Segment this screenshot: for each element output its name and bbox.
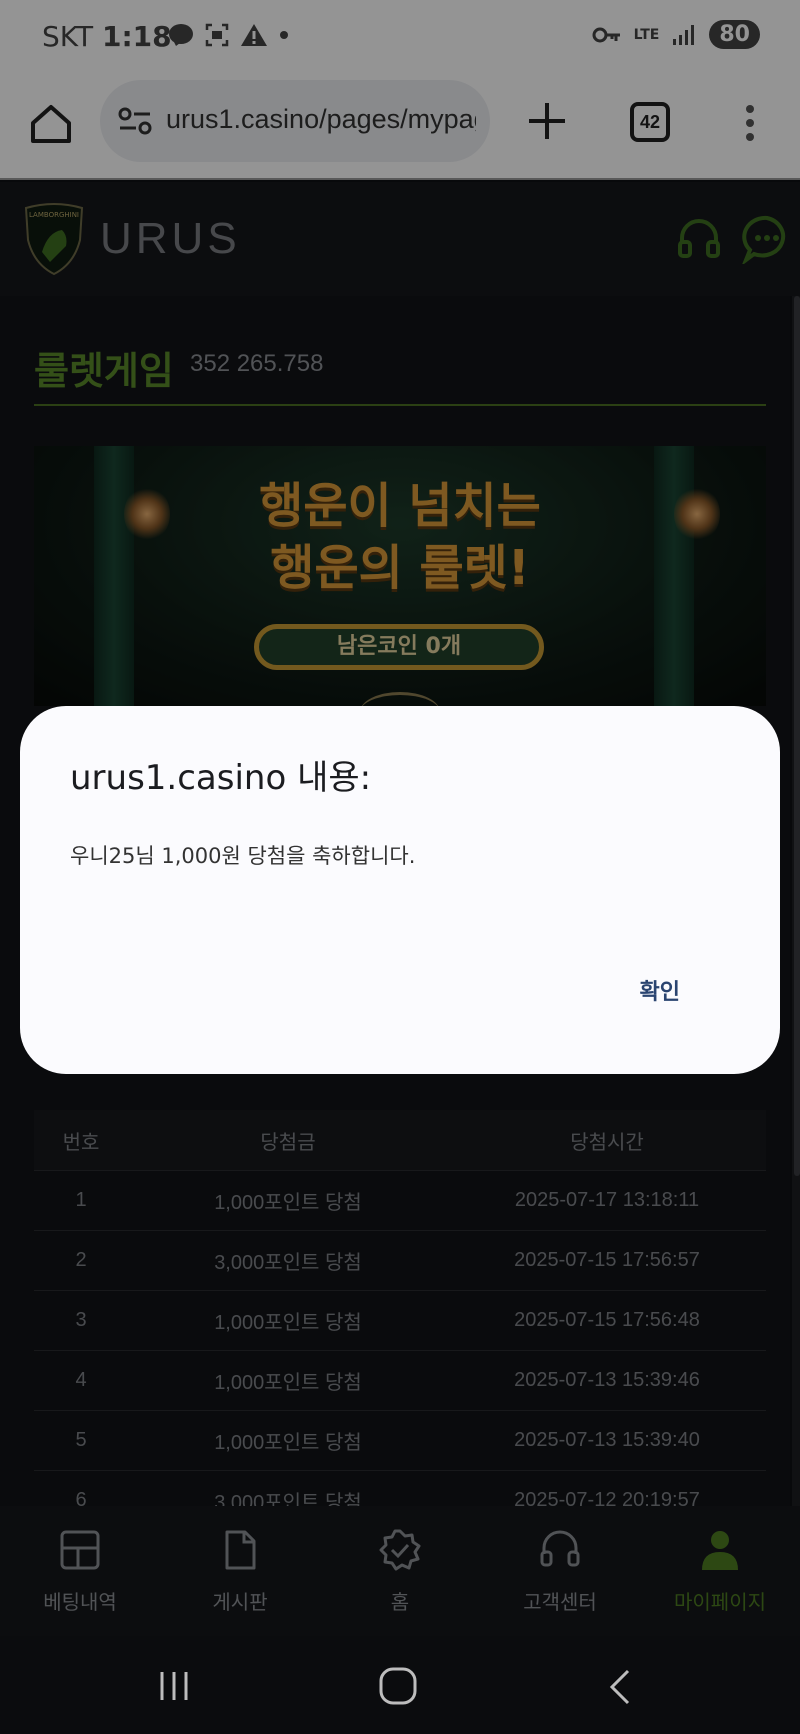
dialog-title: urus1.casino 내용: xyxy=(70,758,372,798)
dialog-message: 우니25님 1,000원 당첨을 축하합니다. xyxy=(70,844,416,868)
home-button-icon[interactable] xyxy=(378,1666,418,1706)
back-icon[interactable] xyxy=(606,1668,634,1706)
alert-dialog: urus1.casino 내용: 우니25님 1,000원 당첨을 축하합니다.… xyxy=(20,706,780,1074)
confirm-button[interactable]: 확인 xyxy=(640,974,680,1006)
system-navigation-bar xyxy=(0,1636,800,1734)
recent-apps-icon[interactable] xyxy=(158,1670,190,1702)
